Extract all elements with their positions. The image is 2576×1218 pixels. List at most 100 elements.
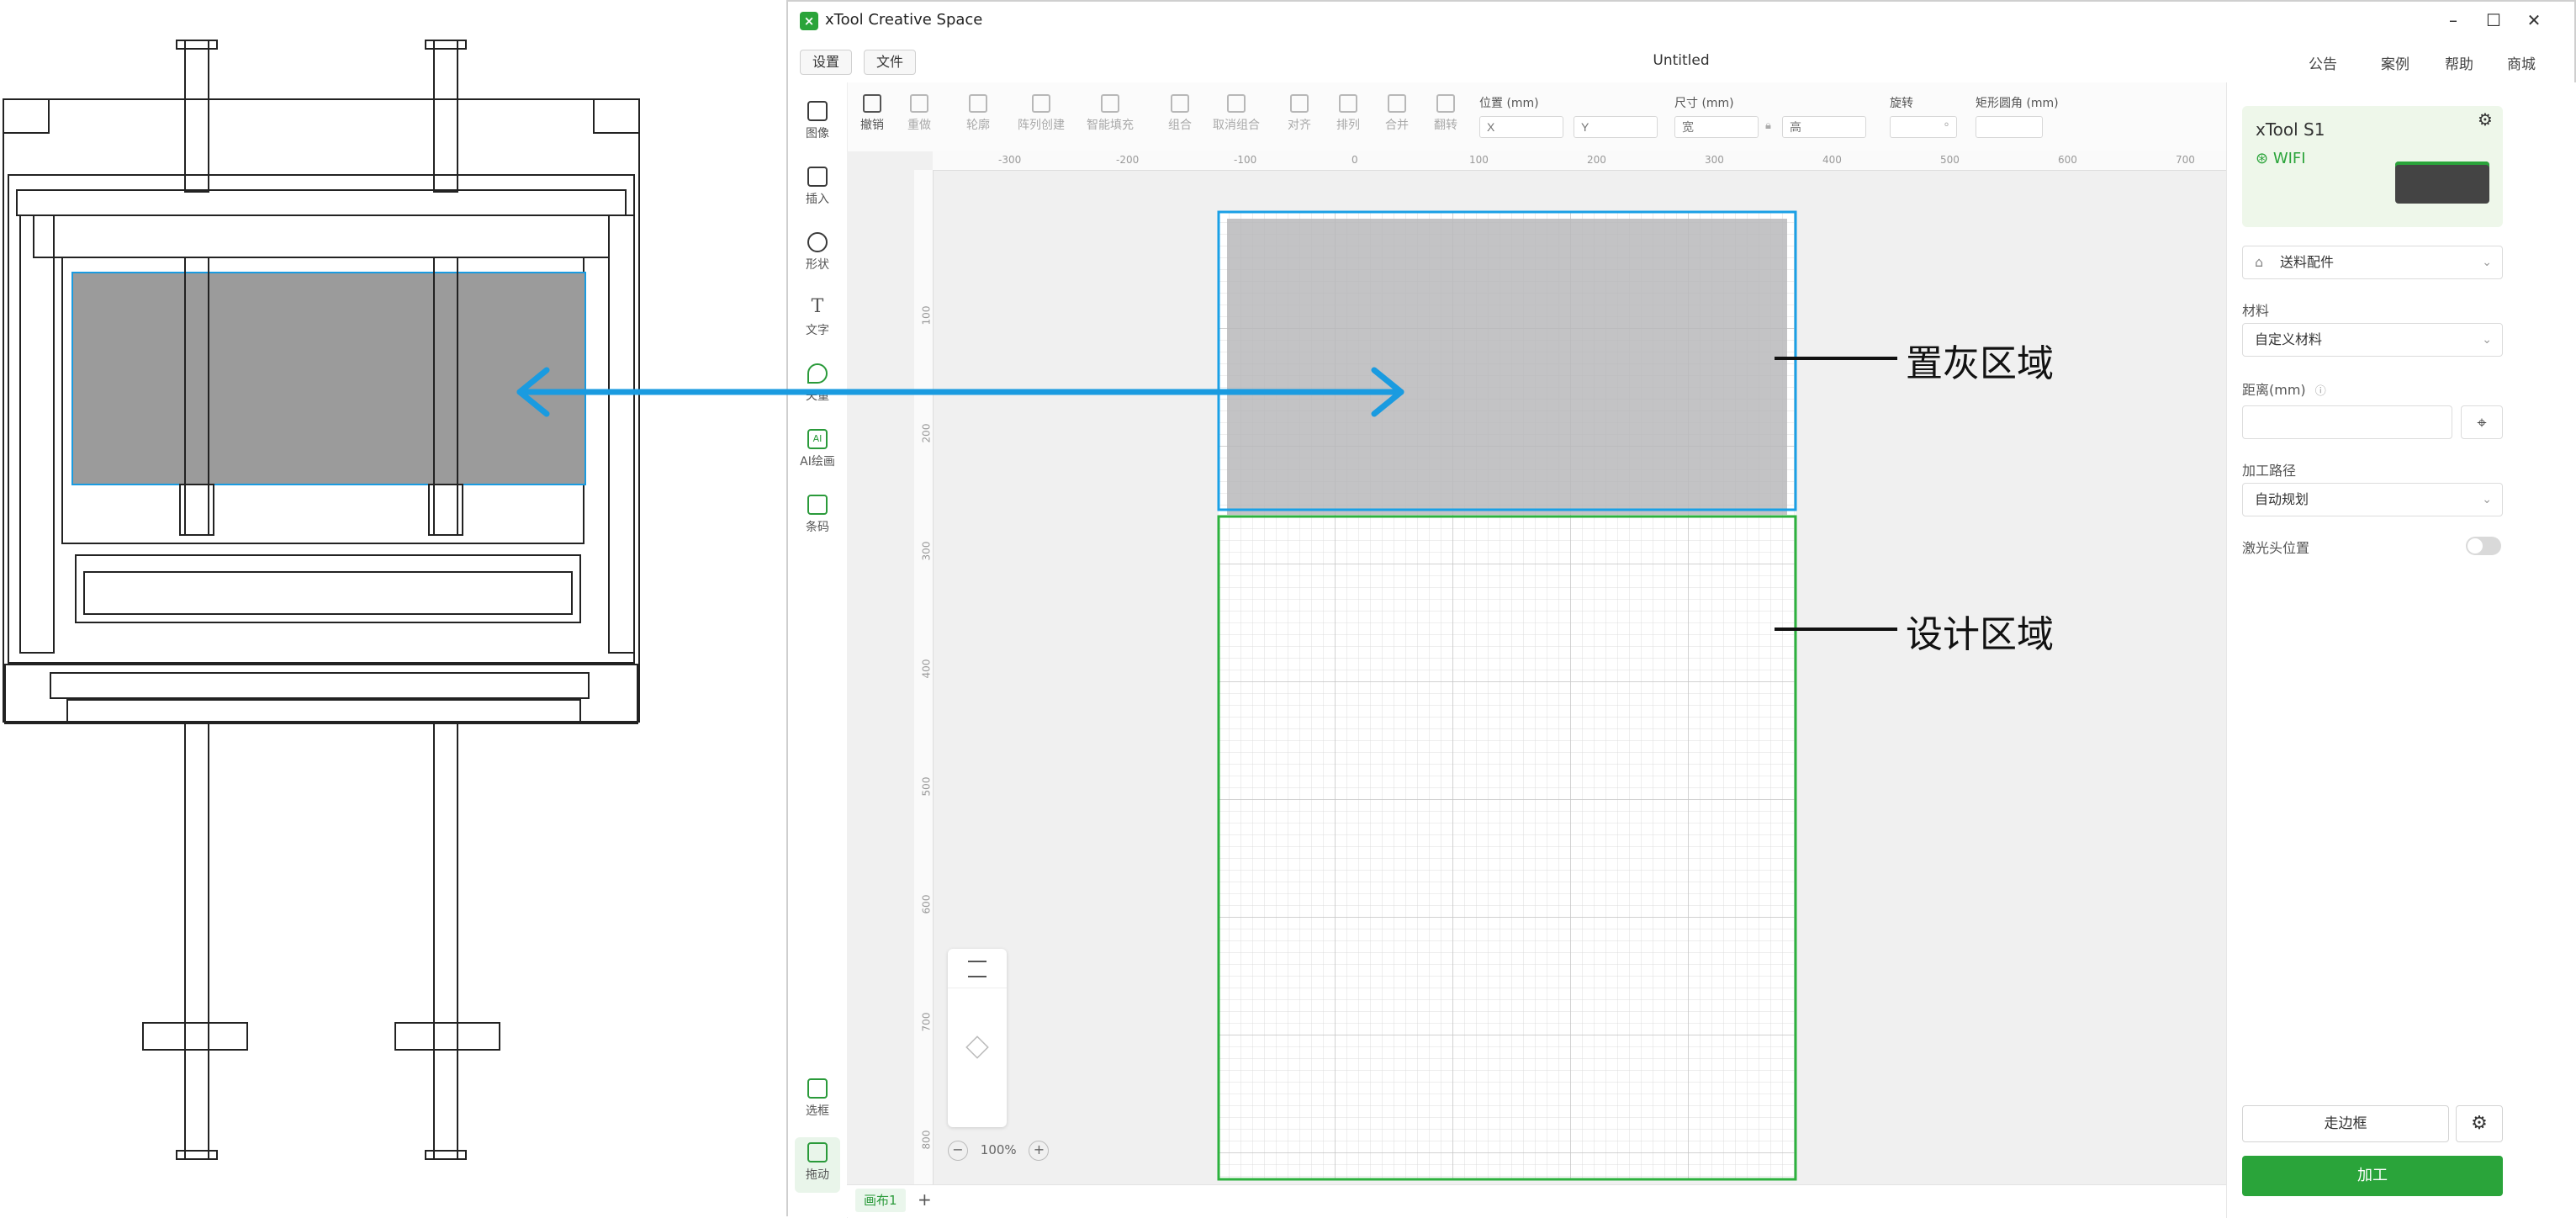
v-tick: 300 bbox=[920, 541, 933, 561]
vertical-ruler: 100 200 300 400 500 600 700 800 bbox=[914, 170, 934, 1184]
merge-icon bbox=[1388, 94, 1406, 113]
chevron-down-icon: ⌄ bbox=[2482, 256, 2492, 269]
tool-align-label: 对齐 bbox=[1288, 119, 1311, 132]
redo-icon bbox=[910, 94, 928, 113]
app-logo-icon: × bbox=[800, 12, 818, 30]
position-label: 位置 (mm) bbox=[1479, 97, 1539, 110]
device-name: xTool S1 bbox=[2256, 119, 2325, 140]
tool-arrange-label: 排列 bbox=[1336, 119, 1360, 132]
h-tick: 400 bbox=[1822, 154, 1842, 166]
h-tick: 0 bbox=[1351, 154, 1358, 166]
h-tick: 600 bbox=[2058, 154, 2077, 166]
left-tool-barcode[interactable]: 条码 bbox=[788, 495, 847, 535]
v-tick: 200 bbox=[920, 423, 933, 443]
tool-group[interactable]: 组合 bbox=[1155, 94, 1205, 133]
left-tool-shape[interactable]: 形状 bbox=[788, 232, 847, 273]
position-y-input[interactable] bbox=[1574, 116, 1658, 138]
layers-icon[interactable] bbox=[965, 1035, 989, 1059]
ai-draw-icon: AI bbox=[807, 429, 828, 449]
tool-array[interactable]: 阵列创建 bbox=[1010, 94, 1072, 133]
zoom-level: 100% bbox=[980, 1142, 1017, 1157]
material-select[interactable]: 自定义材料 ⌄ bbox=[2242, 323, 2503, 357]
left-tool-select-label: 选框 bbox=[806, 1104, 829, 1118]
left-tool-image-label: 图像 bbox=[806, 127, 829, 140]
zoom-in-button[interactable]: + bbox=[1029, 1141, 1050, 1161]
tool-undo[interactable]: 撤销 bbox=[847, 94, 897, 133]
left-tool-vector[interactable]: 矢量 bbox=[788, 363, 847, 404]
work-area[interactable] bbox=[1217, 210, 1797, 1181]
rotate-input[interactable]: ° bbox=[1890, 116, 1957, 138]
tool-align[interactable]: 对齐 bbox=[1274, 94, 1325, 133]
flip-icon bbox=[1436, 94, 1455, 113]
frame-button[interactable]: 走边框 bbox=[2242, 1105, 2449, 1142]
h-tick: 700 bbox=[2176, 154, 2195, 166]
left-tool-text[interactable]: T 文字 bbox=[788, 298, 847, 338]
tool-ungroup[interactable]: 取消组合 bbox=[1205, 94, 1267, 133]
left-tool-ai-draw[interactable]: AI AI绘画 bbox=[788, 429, 847, 469]
canvas-tab[interactable]: 画布1 bbox=[855, 1189, 906, 1212]
tool-smart-fill[interactable]: 智能填充 bbox=[1079, 94, 1141, 133]
canvas-tab-bar: 画布1 + bbox=[847, 1184, 2226, 1217]
h-tick: 300 bbox=[1705, 154, 1724, 166]
shape-icon bbox=[807, 232, 828, 252]
left-tool-select[interactable]: 选框 bbox=[788, 1078, 847, 1119]
process-button[interactable]: 加工 bbox=[2242, 1156, 2503, 1196]
laser-position-toggle[interactable] bbox=[2466, 537, 2501, 555]
path-label: 加工路径 bbox=[2242, 463, 2297, 479]
tool-smart-fill-label: 智能填充 bbox=[1087, 119, 1134, 132]
h-tick: 200 bbox=[1587, 154, 1606, 166]
document-title: Untitled bbox=[1653, 52, 1710, 69]
frame-settings-button[interactable]: ⚙ bbox=[2456, 1105, 2503, 1142]
right-panel: xTool S1 ⊛ WIFI ⚙ ⌂ 送料配件 ⌄ 材料 自定义材料 ⌄ 距离… bbox=[2226, 82, 2576, 1218]
left-tool-insert-label: 插入 bbox=[806, 193, 829, 206]
device-image bbox=[2395, 162, 2489, 204]
h-tick: 100 bbox=[1469, 154, 1489, 166]
position-x-input[interactable] bbox=[1479, 116, 1563, 138]
canvas-area[interactable]: -300 -200 -100 0 100 200 300 400 500 600… bbox=[847, 151, 2306, 1184]
layer-list-icon[interactable] bbox=[968, 961, 986, 977]
corner-radius-input[interactable] bbox=[1976, 116, 2043, 138]
device-card[interactable]: xTool S1 ⊛ WIFI ⚙ bbox=[2242, 106, 2503, 227]
left-tool-pan[interactable]: 拖动 bbox=[795, 1137, 840, 1193]
tool-arrange[interactable]: 排列 bbox=[1323, 94, 1373, 133]
path-select[interactable]: 自动规划 ⌄ bbox=[2242, 483, 2503, 516]
gray-area bbox=[1227, 219, 1787, 515]
h-tick: -300 bbox=[998, 154, 1022, 166]
h-tick: 500 bbox=[1940, 154, 1960, 166]
left-tool-insert[interactable]: 插入 bbox=[788, 167, 847, 207]
minimize-button[interactable]: – bbox=[2436, 7, 2470, 34]
tool-outline[interactable]: 轮廓 bbox=[953, 94, 1003, 133]
chevron-down-icon: ⌄ bbox=[2482, 333, 2492, 347]
h-tick: -100 bbox=[1234, 154, 1257, 166]
accessory-value: 送料配件 bbox=[2280, 254, 2335, 270]
maximize-button[interactable]: ☐ bbox=[2477, 7, 2510, 34]
outline-icon bbox=[969, 94, 987, 113]
link-cases[interactable]: 案例 bbox=[2381, 52, 2409, 73]
size-height-input[interactable] bbox=[1782, 116, 1866, 138]
add-canvas-button[interactable]: + bbox=[918, 1189, 932, 1210]
left-tool-pan-label: 拖动 bbox=[806, 1168, 829, 1182]
crosshair-button[interactable]: ⌖ bbox=[2461, 405, 2503, 439]
close-button[interactable]: ✕ bbox=[2517, 7, 2551, 34]
v-tick: 500 bbox=[920, 776, 933, 797]
accessory-select[interactable]: ⌂ 送料配件 ⌄ bbox=[2242, 246, 2503, 279]
size-width-input[interactable] bbox=[1674, 116, 1759, 138]
info-icon[interactable]: ⓘ bbox=[2315, 385, 2326, 398]
lock-ratio-icon[interactable]: 🔒︎ bbox=[1765, 119, 1771, 132]
tool-flip[interactable]: 翻转 bbox=[1420, 94, 1471, 133]
chevron-down-icon: ⌄ bbox=[2482, 493, 2492, 506]
tool-redo[interactable]: 重做 bbox=[894, 94, 944, 133]
distance-input[interactable] bbox=[2242, 405, 2452, 439]
link-store[interactable]: 商城 bbox=[2507, 52, 2536, 73]
link-help[interactable]: 帮助 bbox=[2445, 52, 2473, 73]
left-tool-image[interactable]: 图像 bbox=[788, 101, 847, 141]
insert-icon bbox=[807, 167, 828, 187]
device-settings-icon[interactable]: ⚙ bbox=[2478, 109, 2493, 130]
zoom-out-button[interactable]: − bbox=[948, 1141, 968, 1161]
arrange-icon bbox=[1339, 94, 1357, 113]
h-tick: -200 bbox=[1116, 154, 1140, 166]
horizontal-ruler: -300 -200 -100 0 100 200 300 400 500 600… bbox=[933, 151, 2306, 171]
tool-merge[interactable]: 合并 bbox=[1372, 94, 1422, 133]
zoom-control: − 100% + bbox=[948, 1141, 1050, 1161]
link-announcement[interactable]: 公告 bbox=[2309, 52, 2337, 73]
